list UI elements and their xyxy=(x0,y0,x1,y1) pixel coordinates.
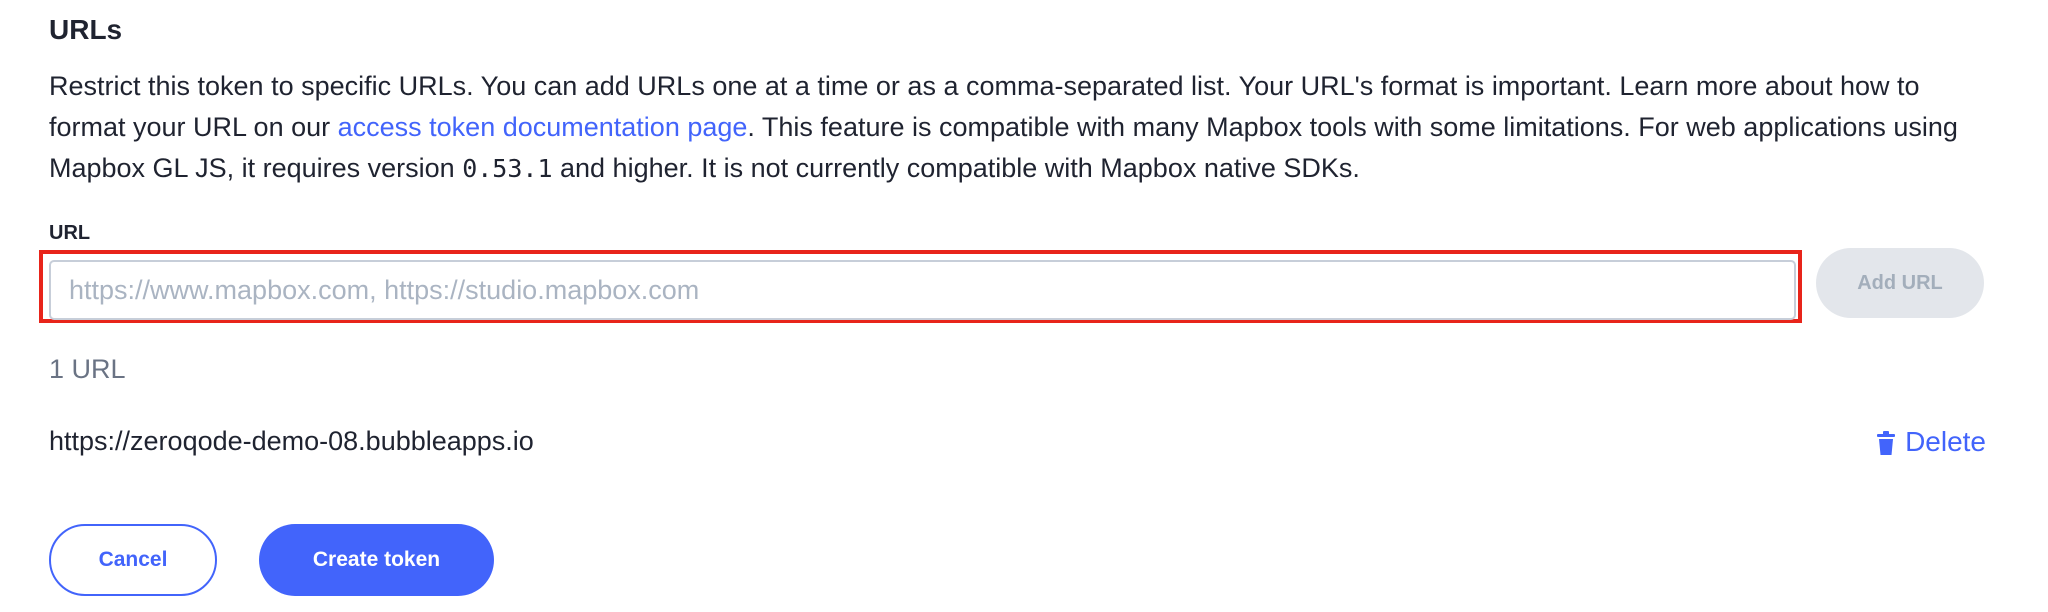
description-text-3: and higher. It is not currently compatib… xyxy=(552,153,1360,183)
url-value: https://zeroqode-demo-08.bubbleapps.io xyxy=(49,426,534,456)
url-count: 1 URL xyxy=(49,354,126,384)
docs-link[interactable]: access token documentation page xyxy=(338,112,748,142)
delete-url-button[interactable]: Delete xyxy=(1877,426,1986,458)
url-input[interactable] xyxy=(49,260,1796,320)
version-code: 0.53.1 xyxy=(462,154,553,183)
section-description: Restrict this token to specific URLs. Yo… xyxy=(49,66,1999,189)
create-token-button[interactable]: Create token xyxy=(259,524,494,596)
url-field-label: URL xyxy=(49,222,91,244)
delete-label: Delete xyxy=(1905,426,1986,457)
section-title: URLs xyxy=(49,14,123,45)
cancel-button[interactable]: Cancel xyxy=(49,524,217,596)
trash-icon xyxy=(1877,430,1896,455)
url-list-item: https://zeroqode-demo-08.bubbleapps.io D… xyxy=(49,420,1986,466)
add-url-button[interactable]: Add URL xyxy=(1816,248,1984,318)
